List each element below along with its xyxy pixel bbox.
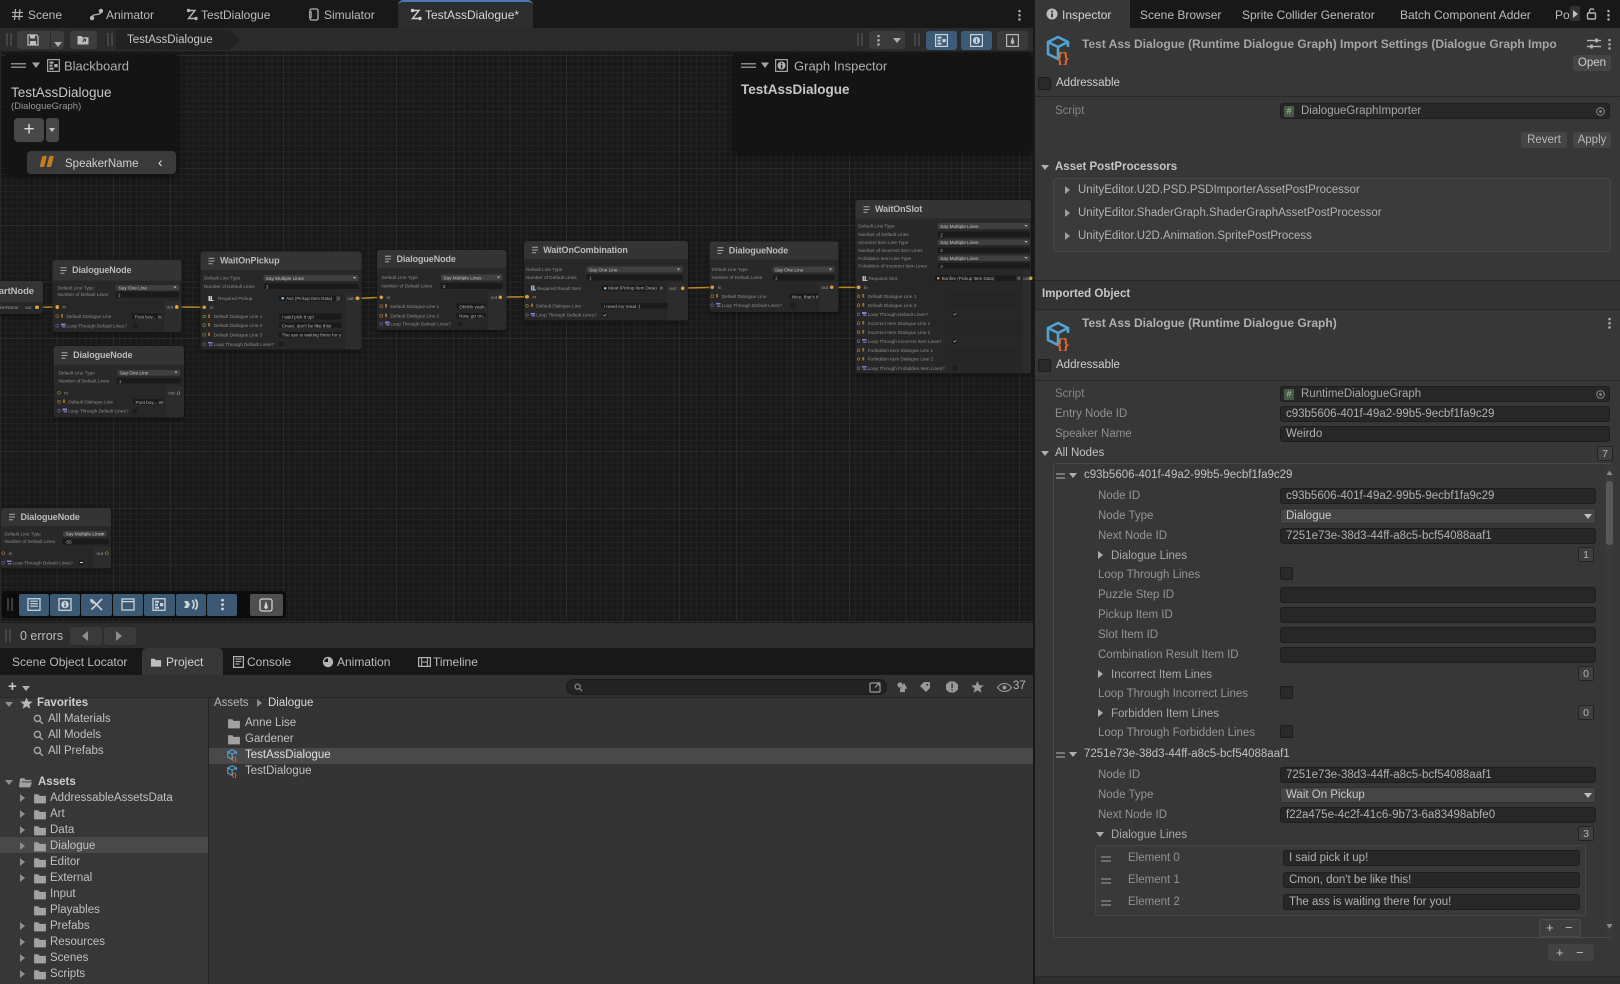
svg-text:{}: {} — [232, 772, 238, 778]
svg-text:{}: {} — [1057, 50, 1069, 65]
svg-text:{}: {} — [232, 756, 238, 762]
svg-text:{}: {} — [1057, 336, 1069, 351]
